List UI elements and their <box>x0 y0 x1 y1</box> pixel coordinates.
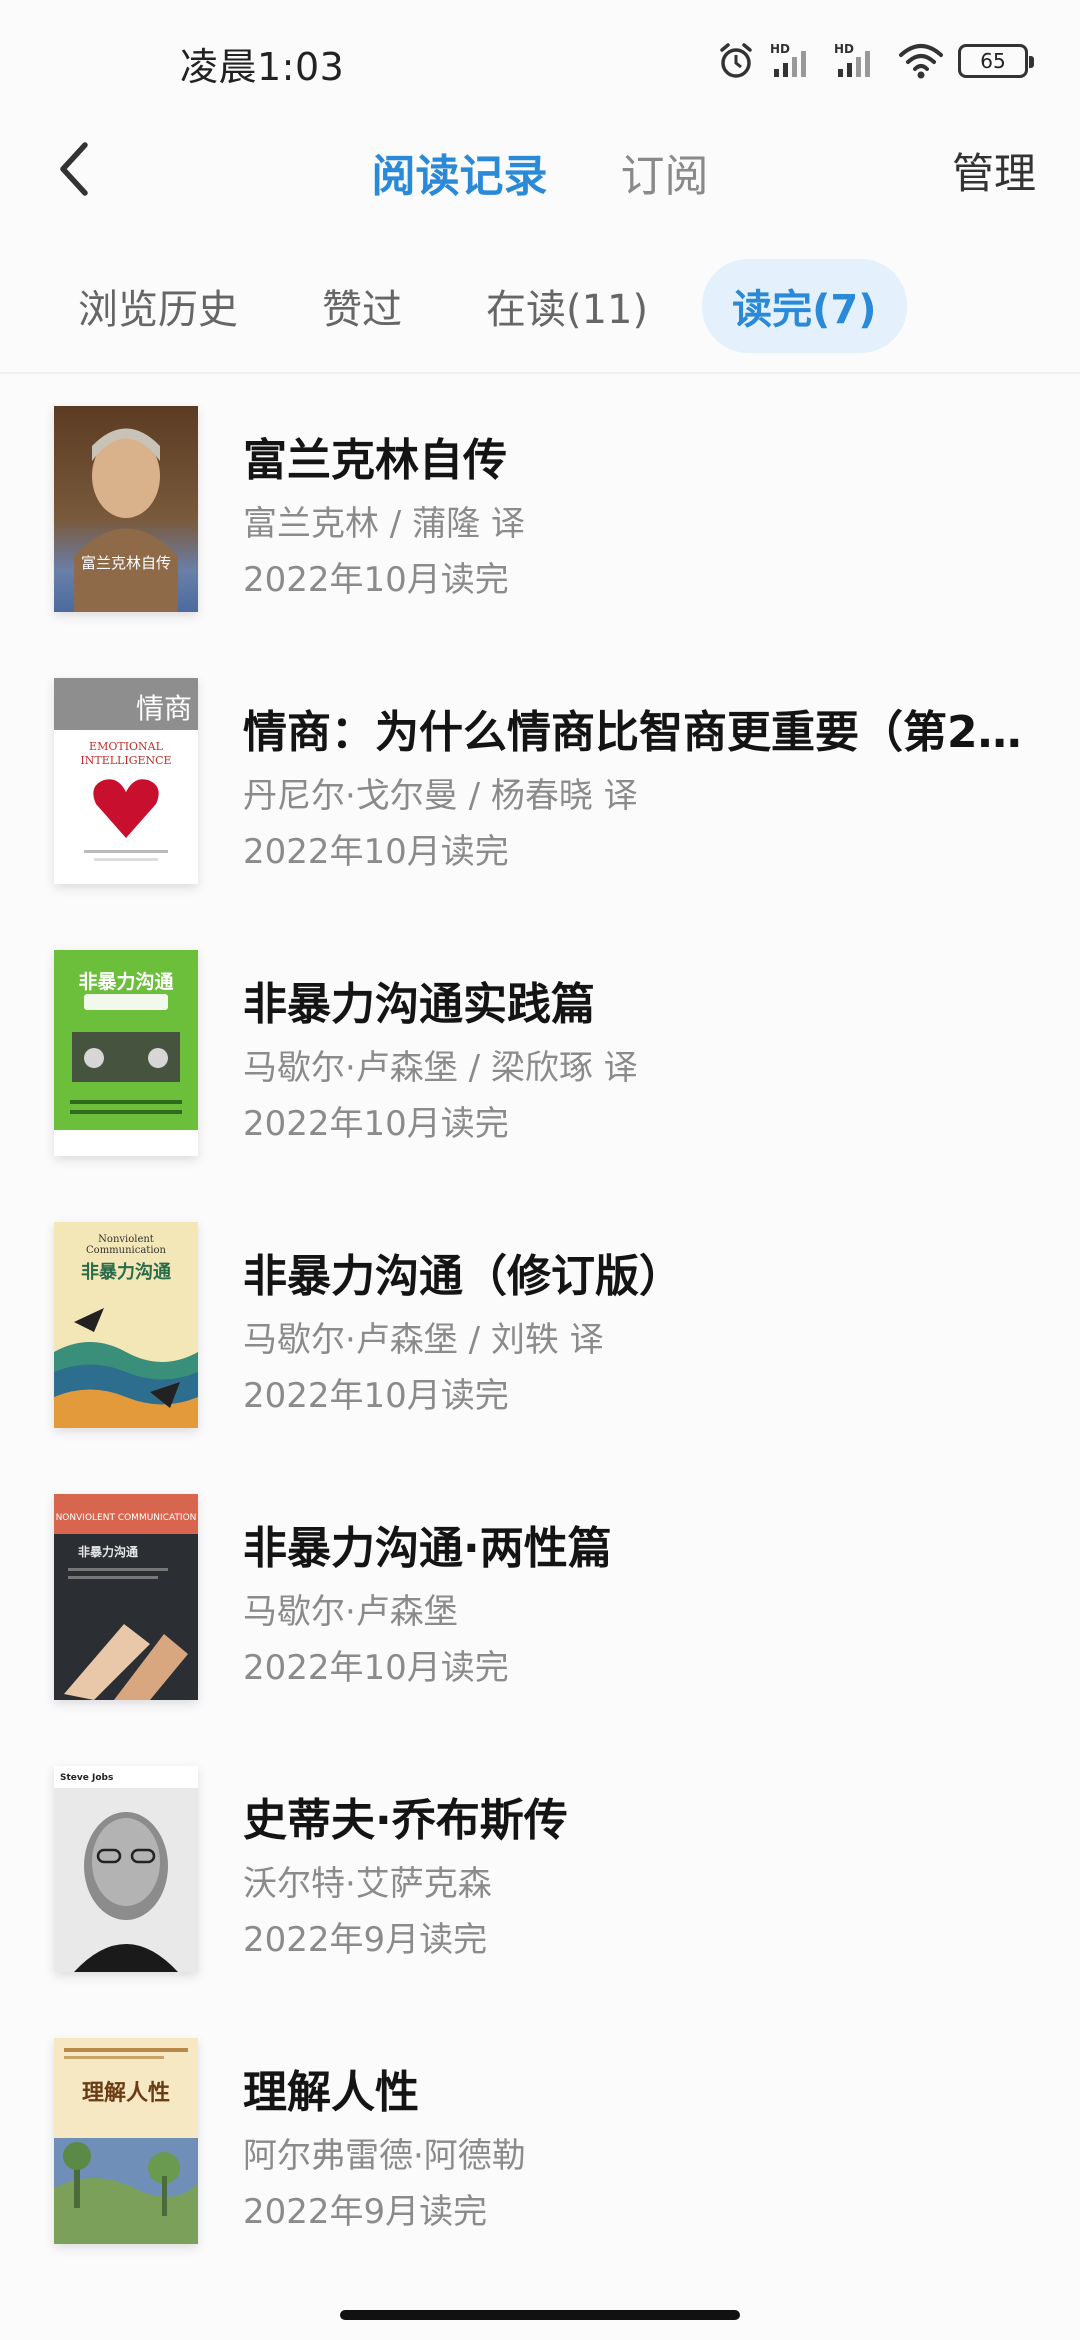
battery-icon: 65 <box>958 44 1034 78</box>
alarm-icon <box>716 41 756 81</box>
home-indicator[interactable] <box>340 2310 740 2320</box>
sub-tab-reading[interactable]: 在读(11) <box>456 259 678 353</box>
cover-title: 富兰克林自传 <box>81 554 171 572</box>
book-author: 富兰克林 / 蒲隆 译 <box>243 504 525 544</box>
book-finished-date: 2022年10月读完 <box>243 1104 509 1144</box>
book-author: 沃尔特·艾萨克森 <box>243 1864 492 1904</box>
book-author: 丹尼尔·戈尔曼 / 杨春晓 译 <box>243 776 638 816</box>
book-cover-nvc-gender[interactable]: NONVIOLENT COMMUNICATION 非暴力沟通 <box>54 1494 198 1700</box>
svg-text:INTELLIGENCE: INTELLIGENCE <box>80 754 171 767</box>
book-finished-date: 2022年9月读完 <box>243 1920 488 1960</box>
nav-tabs: 阅读记录 订阅 <box>0 140 1080 204</box>
nav-bar: 阅读记录 订阅 管理 <box>0 120 1080 220</box>
book-author: 马歇尔·卢森堡 / 梁欣琢 译 <box>243 1048 638 1088</box>
book-item[interactable]: 非暴力沟通 非暴力沟通实践篇 马歇尔·卢森堡 / 梁欣琢 译 2022年10月读… <box>0 944 1080 1216</box>
book-title: 理解人性 <box>243 2067 419 2118</box>
reading-records-screen: 凌晨1:03 HD HD 65 阅读记录 订阅 管理 浏览历史 赞过 在读(11… <box>0 0 1080 2340</box>
book-title: 富兰克林自传 <box>243 435 507 486</box>
cover-title: 非暴力沟通 <box>81 1261 171 1283</box>
status-bar: 凌晨1:03 HD HD 65 <box>0 0 1080 120</box>
book-item[interactable]: Steve Jobs 史蒂夫·乔布斯传 沃尔特·艾萨克森 2022年9月读完 <box>0 1760 1080 2032</box>
book-author: 阿尔弗雷德·阿德勒 <box>243 2136 526 2176</box>
book-cover-steve-jobs[interactable]: Steve Jobs <box>54 1766 198 1972</box>
cover-title: 理解人性 <box>82 2080 170 2106</box>
book-item[interactable]: Nonviolent Communication 非暴力沟通 非暴力沟通（修订版… <box>0 1216 1080 1488</box>
cover-title: Steve Jobs <box>60 1773 113 1783</box>
book-item[interactable]: 理解人性 理解人性 阿尔弗雷德·阿德勒 2022年9月读完 <box>0 2032 1080 2304</box>
cover-title: 情商 <box>136 692 192 725</box>
book-finished-date: 2022年10月读完 <box>243 832 509 872</box>
wifi-icon <box>898 41 944 81</box>
battery-level: 65 <box>980 49 1006 73</box>
book-author: 马歇尔·卢森堡 / 刘轶 译 <box>243 1320 604 1360</box>
tab-reading-records[interactable]: 阅读记录 <box>371 140 547 204</box>
status-icons: HD HD 65 <box>716 36 1034 86</box>
book-cover-franklin[interactable]: 富兰克林自传 <box>54 406 198 612</box>
svg-text:EMOTIONAL: EMOTIONAL <box>89 740 164 753</box>
book-author: 马歇尔·卢森堡 <box>243 1592 458 1632</box>
svg-text:Communication: Communication <box>86 1245 167 1256</box>
book-finished-date: 2022年9月读完 <box>243 2192 488 2232</box>
manage-button[interactable]: 管理 <box>952 140 1036 201</box>
book-list: 富兰克林自传 富兰克林自传 富兰克林 / 蒲隆 译 2022年10月读完 情商 … <box>0 400 1080 2304</box>
sub-tab-finished[interactable]: 读完(7) <box>702 259 907 353</box>
signal-hd-icon: HD <box>770 41 820 81</box>
book-item[interactable]: NONVIOLENT COMMUNICATION 非暴力沟通 非暴力沟通·两性篇… <box>0 1488 1080 1760</box>
svg-text:HD: HD <box>770 42 790 56</box>
book-finished-date: 2022年10月读完 <box>243 1648 509 1688</box>
sub-tab-history[interactable]: 浏览历史 <box>48 259 268 353</box>
signal-hd-icon: HD <box>834 41 884 81</box>
sub-tabs: 浏览历史 赞过 在读(11) 读完(7) <box>48 259 907 353</box>
book-cover-understanding-human-nature[interactable]: 理解人性 <box>54 2038 198 2244</box>
svg-text:非暴力沟通: 非暴力沟通 <box>78 1544 138 1559</box>
sub-tab-liked[interactable]: 赞过 <box>292 259 432 353</box>
svg-text:HD: HD <box>834 42 854 56</box>
book-title: 史蒂夫·乔布斯传 <box>243 1795 568 1846</box>
book-finished-date: 2022年10月读完 <box>243 1376 509 1416</box>
book-title: 情商：为什么情商比智商更重要（第2… <box>243 707 1022 758</box>
book-cover-emotional-intelligence[interactable]: 情商 EMOTIONAL INTELLIGENCE <box>54 678 198 884</box>
cover-title: NONVIOLENT COMMUNICATION <box>56 1513 197 1523</box>
book-title: 非暴力沟通（修订版） <box>243 1251 683 1302</box>
book-title: 非暴力沟通·两性篇 <box>243 1523 612 1574</box>
divider <box>0 372 1080 374</box>
status-time: 凌晨1:03 <box>180 45 345 89</box>
book-cover-nvc-revised[interactable]: Nonviolent Communication 非暴力沟通 <box>54 1222 198 1428</box>
svg-text:Nonviolent: Nonviolent <box>98 1234 154 1245</box>
book-title: 非暴力沟通实践篇 <box>243 979 595 1030</box>
cover-title: 非暴力沟通 <box>78 970 174 993</box>
tab-subscriptions[interactable]: 订阅 <box>621 140 709 204</box>
book-finished-date: 2022年10月读完 <box>243 560 509 600</box>
book-item[interactable]: 情商 EMOTIONAL INTELLIGENCE 情商：为什么情商比智商更重要… <box>0 672 1080 944</box>
book-item[interactable]: 富兰克林自传 富兰克林自传 富兰克林 / 蒲隆 译 2022年10月读完 <box>0 400 1080 672</box>
book-cover-nvc-practice[interactable]: 非暴力沟通 <box>54 950 198 1156</box>
